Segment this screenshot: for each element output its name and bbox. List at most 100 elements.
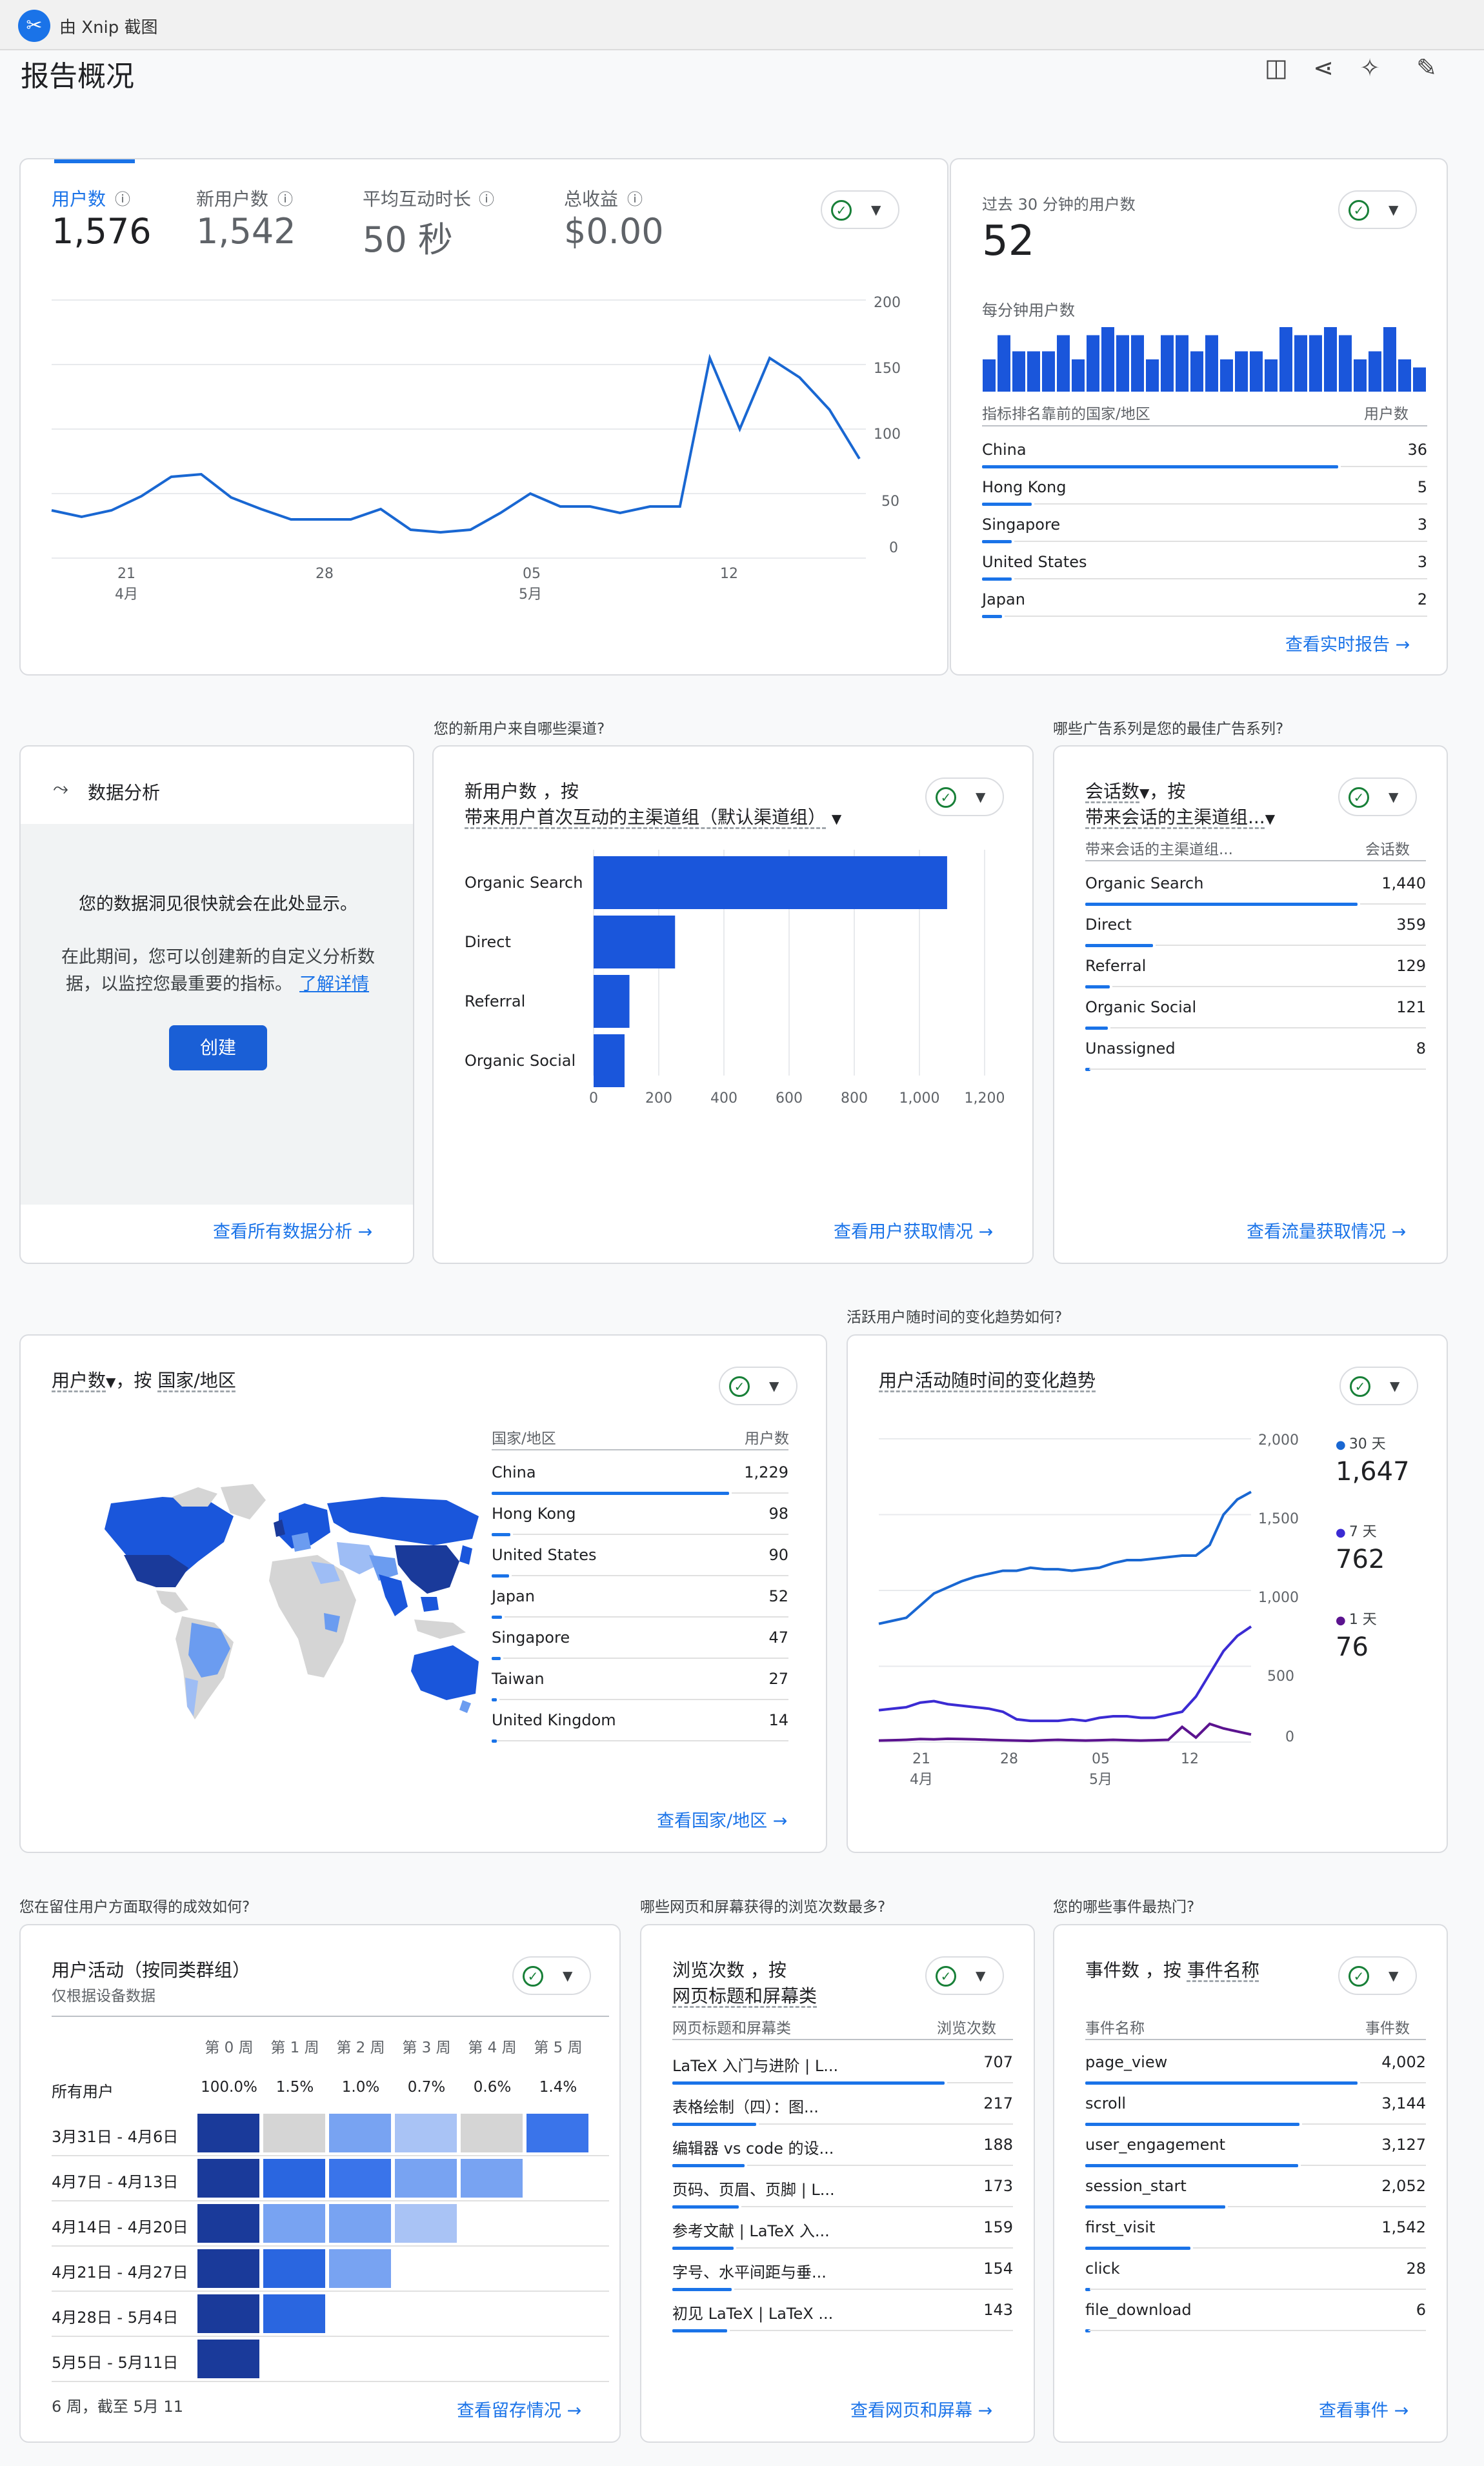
chart-dimension-selector[interactable]: 带来用户首次互动的主渠道组（默认渠道组） ▼	[465, 803, 841, 829]
retention-cell[interactable]	[197, 2340, 259, 2378]
retention-cell[interactable]	[395, 2114, 457, 2152]
channel-bar[interactable]	[594, 916, 676, 968]
status-dropdown[interactable]: ✓ ▼	[925, 777, 1004, 816]
learn-more-link[interactable]: 了解详情	[299, 970, 369, 995]
retention-cell[interactable]	[395, 2204, 457, 2243]
table-row[interactable]: Japan 52	[492, 1582, 788, 1623]
retention-cell[interactable]	[197, 2294, 259, 2333]
help-icon[interactable]: ⓘ	[277, 186, 293, 209]
chart-dimension-selector[interactable]: 网页标题和屏幕类	[672, 1982, 817, 2008]
table-row[interactable]: United States 3	[982, 548, 1427, 585]
status-dropdown[interactable]: ✓ ▼	[1338, 1956, 1417, 1995]
retention-cell[interactable]	[197, 2159, 259, 2198]
chart-dimension-selector[interactable]: 带来会话的主渠道组...▼	[1085, 803, 1275, 829]
channel-bar[interactable]	[594, 1034, 625, 1087]
retention-cell[interactable]	[329, 2114, 391, 2152]
table-row[interactable]: file_download 6	[1085, 2296, 1426, 2337]
minute-bar	[1146, 359, 1159, 392]
table-row[interactable]: 参考文献 | LaTeX 入... 159	[672, 2213, 1013, 2254]
table-row[interactable]: United States 90	[492, 1541, 788, 1582]
table-row[interactable]: Singapore 47	[492, 1623, 788, 1665]
channel-bar[interactable]	[594, 975, 630, 1028]
compare-icon[interactable]: ◫	[1261, 53, 1291, 83]
table-row[interactable]: 编辑器 vs code 的设... 188	[672, 2130, 1013, 2172]
channel-bar[interactable]	[594, 856, 947, 909]
table-row[interactable]: first_visit 1,542	[1085, 2213, 1426, 2254]
table-row[interactable]: Organic Search 1,440	[1085, 869, 1426, 910]
view-realtime-link[interactable]: 查看实时报告 →	[1285, 630, 1410, 656]
status-dropdown[interactable]: ✓ ▼	[1338, 190, 1417, 229]
retention-cell[interactable]	[329, 2204, 391, 2243]
status-dropdown[interactable]: ✓ ▼	[821, 190, 899, 229]
table-row[interactable]: 初见 LaTeX | LaTeX ... 143	[672, 2296, 1013, 2337]
retention-cell[interactable]	[263, 2159, 325, 2198]
retention-cell[interactable]	[526, 2114, 588, 2152]
view-retention-link[interactable]: 查看留存情况 →	[457, 2396, 581, 2421]
view-pages-link[interactable]: 查看网页和屏幕 →	[850, 2396, 992, 2421]
table-row[interactable]: page_view 4,002	[1085, 2048, 1426, 2089]
retention-cell[interactable]	[461, 2114, 523, 2152]
row-share-bar	[492, 1698, 497, 1701]
table-row[interactable]: Singapore 3	[982, 510, 1427, 548]
retention-subtitle: 仅根据设备数据	[52, 1988, 155, 2005]
table-row[interactable]: Unassigned 8	[1085, 1034, 1426, 1076]
retention-cell[interactable]	[197, 2204, 259, 2243]
table-row[interactable]: 字号、水平间距与垂... 154	[672, 2254, 1013, 2296]
chart-title[interactable]: 用户数▼，按 国家/地区	[52, 1367, 236, 1392]
retention-cell[interactable]	[263, 2204, 325, 2243]
view-country-link[interactable]: 查看国家/地区 →	[657, 1807, 787, 1832]
table-row[interactable]: session_start 2,052	[1085, 2172, 1426, 2213]
table-row[interactable]: Japan 2	[982, 585, 1427, 623]
row-value: 28	[1406, 2260, 1426, 2278]
divider	[52, 2016, 609, 2017]
table-row[interactable]: LaTeX 入门与进阶 | L... 707	[672, 2048, 1013, 2089]
table-row[interactable]: Taiwan 27	[492, 1665, 788, 1706]
x-tick: 05	[1092, 1751, 1110, 1767]
help-icon[interactable]: ⓘ	[627, 186, 643, 209]
retention-cell[interactable]	[329, 2249, 391, 2288]
retention-cell[interactable]	[395, 2159, 457, 2198]
retention-cell[interactable]	[329, 2159, 391, 2198]
status-dropdown[interactable]: ✓ ▼	[1339, 1367, 1418, 1405]
status-dropdown[interactable]: ✓ ▼	[1338, 777, 1417, 816]
chart-title[interactable]: 会话数▼，按	[1085, 777, 1185, 803]
table-row[interactable]: Organic Social 121	[1085, 993, 1426, 1034]
view-events-link[interactable]: 查看事件 →	[1319, 2396, 1409, 2421]
table-row[interactable]: 表格绘制（四）：图... 217	[672, 2089, 1013, 2130]
view-acquisition-link[interactable]: 查看用户获取情况 →	[834, 1218, 993, 1243]
status-dropdown[interactable]: ✓ ▼	[512, 1956, 591, 1995]
table-row[interactable]: United Kingdom 14	[492, 1706, 788, 1747]
table-row[interactable]: Referral 129	[1085, 952, 1426, 993]
title-bar: ✂ 由 Xnip 截图	[0, 0, 1484, 50]
table-row[interactable]: click 28	[1085, 2254, 1426, 2296]
status-dropdown[interactable]: ✓ ▼	[925, 1956, 1004, 1995]
edit-icon[interactable]: ✎	[1412, 53, 1441, 83]
y-tick: 1,500	[1258, 1511, 1299, 1527]
table-row[interactable]: Direct 359	[1085, 910, 1426, 952]
table-row[interactable]: China 36	[982, 436, 1427, 473]
view-traffic-link[interactable]: 查看流量获取情况 →	[1247, 1218, 1406, 1243]
row-value: 5	[1417, 478, 1427, 496]
column-header: 浏览次数	[937, 2020, 996, 2037]
table-row[interactable]: Hong Kong 98	[492, 1499, 788, 1541]
create-button[interactable]: 创建	[169, 1025, 267, 1070]
minute-bar	[1057, 335, 1070, 392]
table-row[interactable]: scroll 3,144	[1085, 2089, 1426, 2130]
retention-cell[interactable]	[197, 2114, 259, 2152]
table-row[interactable]: user_engagement 3,127	[1085, 2130, 1426, 2172]
retention-cell[interactable]	[263, 2294, 325, 2333]
legend-label: 1 天	[1349, 1612, 1377, 1628]
retention-cell[interactable]	[197, 2249, 259, 2288]
status-dropdown[interactable]: ✓ ▼	[719, 1367, 797, 1405]
help-icon[interactable]: ⓘ	[479, 186, 494, 209]
share-icon[interactable]: ⋖	[1309, 53, 1338, 83]
retention-cell[interactable]	[461, 2159, 523, 2198]
retention-cell[interactable]	[263, 2249, 325, 2288]
insights-icon[interactable]: ✧	[1355, 53, 1385, 83]
table-row[interactable]: Hong Kong 5	[982, 473, 1427, 510]
retention-cell[interactable]	[263, 2114, 325, 2152]
table-row[interactable]: 页码、页眉、页脚 | L... 173	[672, 2172, 1013, 2213]
view-all-insights-link[interactable]: 查看所有数据分析 →	[213, 1218, 372, 1243]
table-row[interactable]: China 1,229	[492, 1458, 788, 1499]
help-icon[interactable]: ⓘ	[115, 186, 130, 209]
